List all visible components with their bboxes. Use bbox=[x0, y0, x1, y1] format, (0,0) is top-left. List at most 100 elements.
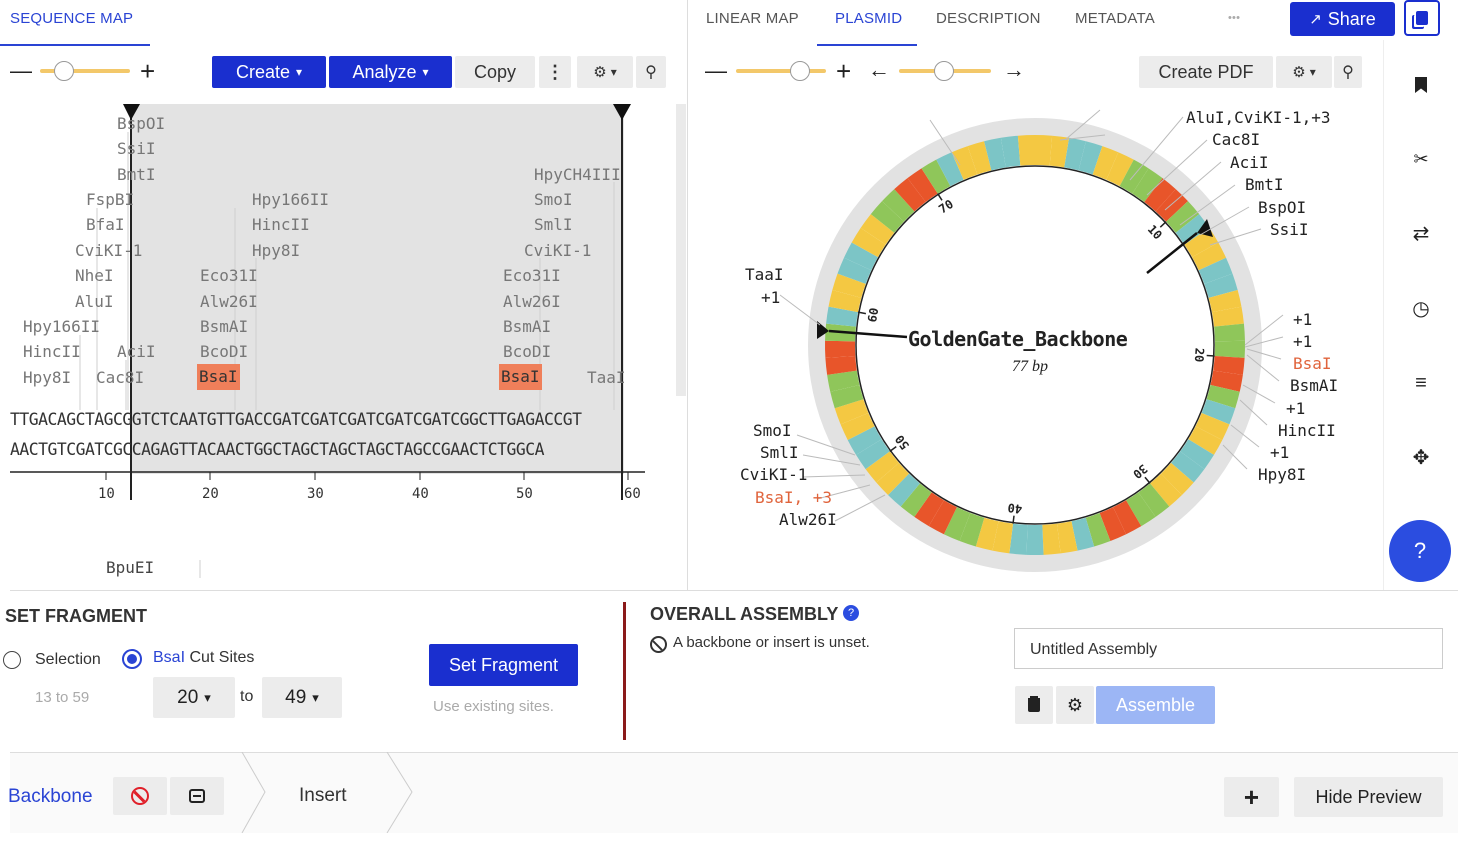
plasmid-zoom-slider[interactable] bbox=[736, 69, 826, 73]
plasmid-enzyme-label-bsai[interactable]: BsaI, +3 bbox=[755, 488, 832, 507]
enzyme-label[interactable]: BcoDI bbox=[200, 342, 248, 361]
rotate-right-button[interactable]: → bbox=[1003, 57, 1025, 83]
enzyme-label[interactable]: AluI bbox=[75, 292, 114, 311]
cut-sites-radio[interactable] bbox=[122, 649, 142, 669]
bottom-strand[interactable]: AACTGTCGATCGCCAGAGTTACAACTGGCTAGCTAGCTAG… bbox=[10, 440, 544, 459]
backbone-tab[interactable]: Backbone bbox=[8, 786, 93, 808]
bookmark-icon[interactable] bbox=[1408, 72, 1434, 98]
plasmid-enzyme-label[interactable]: +1 bbox=[761, 288, 780, 307]
plasmid-enzyme-label[interactable]: BmtI bbox=[1245, 175, 1284, 194]
rotate-left-button[interactable]: ← bbox=[868, 57, 890, 83]
enzyme-label[interactable]: BsmAI bbox=[200, 317, 248, 336]
enzyme-label[interactable]: HpyCH4III bbox=[534, 165, 621, 184]
enzyme-label[interactable]: BpuEI bbox=[106, 558, 154, 577]
enzyme-label[interactable]: CviKI-1 bbox=[524, 241, 591, 260]
enzyme-label[interactable]: SmoI bbox=[534, 190, 573, 209]
enzyme-label[interactable]: Eco31I bbox=[200, 266, 258, 285]
enzyme-label[interactable]: SmlI bbox=[534, 215, 573, 234]
add-button[interactable]: + bbox=[1224, 777, 1279, 817]
plasmid-enzyme-label[interactable]: AluI,CviKI-1,+3 bbox=[1186, 108, 1331, 127]
enzyme-label[interactable]: Hpy8I bbox=[23, 368, 71, 387]
assembly-name-input[interactable]: Untitled Assembly bbox=[1014, 628, 1443, 669]
plasmid-enzyme-label[interactable]: +1 bbox=[1293, 332, 1312, 351]
plasmid-enzyme-label[interactable]: +1 bbox=[1286, 399, 1305, 418]
insert-tab[interactable]: Insert bbox=[299, 785, 347, 807]
plasmid-name: GoldenGate_Backbone bbox=[908, 327, 1128, 351]
plasmid-zoom-in-button[interactable]: + bbox=[836, 56, 851, 87]
enzyme-label[interactable]: Eco31I bbox=[503, 266, 561, 285]
duplicate-button[interactable] bbox=[1404, 0, 1440, 36]
plasmid-search-button[interactable]: ⚲ bbox=[1334, 56, 1362, 88]
tab-linear-map[interactable]: LINEAR MAP bbox=[706, 10, 799, 27]
plasmid-zoom-out-button[interactable]: — bbox=[705, 58, 727, 84]
plasmid-enzyme-label[interactable]: BsmAI bbox=[1290, 376, 1338, 395]
set-fragment-title: SET FRAGMENT bbox=[5, 606, 147, 626]
hide-preview-button[interactable]: Hide Preview bbox=[1294, 777, 1443, 817]
plasmid-enzyme-label[interactable]: SsiI bbox=[1270, 220, 1309, 239]
plasmid-enzyme-label[interactable]: CviKI-1 bbox=[740, 465, 807, 484]
tab-metadata[interactable]: METADATA bbox=[1075, 10, 1155, 27]
plasmid-enzyme-label-bsai[interactable]: BsaI bbox=[1293, 354, 1332, 373]
tab-plasmid[interactable]: PLASMID bbox=[835, 10, 902, 27]
enzyme-label[interactable]: SsiI bbox=[117, 139, 156, 158]
enzyme-label[interactable]: FspBI bbox=[86, 190, 134, 209]
history-icon[interactable]: ◷ bbox=[1408, 295, 1434, 321]
plasmid-enzyme-label[interactable]: Cac8I bbox=[1212, 130, 1260, 149]
enzyme-label-bsai[interactable]: BsaI bbox=[197, 364, 240, 390]
enzyme-label[interactable]: CviKI-1 bbox=[75, 241, 142, 260]
swap-icon[interactable]: ⇄ bbox=[1408, 220, 1434, 246]
tab-plasmid-underline bbox=[817, 44, 917, 46]
enzyme-label[interactable]: BmtI bbox=[117, 165, 156, 184]
enzyme-label[interactable]: NheI bbox=[75, 266, 114, 285]
to-site-dropdown[interactable]: 49 ▾ bbox=[262, 677, 342, 718]
enzyme-label[interactable]: HincII bbox=[252, 215, 310, 234]
enzyme-label-bsai[interactable]: BsaI bbox=[499, 364, 542, 390]
plasmid-enzyme-label[interactable]: SmlI bbox=[760, 443, 799, 462]
plasmid-enzyme-label[interactable]: HincII bbox=[1278, 421, 1336, 440]
enzyme-label[interactable]: Hpy166II bbox=[252, 190, 329, 209]
enzyme-label[interactable]: BspOI bbox=[117, 114, 165, 133]
create-pdf-button[interactable]: Create PDF bbox=[1139, 56, 1273, 88]
plasmid-settings-dropdown[interactable]: ⚙ ▾ bbox=[1276, 56, 1332, 88]
enzyme-label[interactable]: TaaI bbox=[587, 368, 626, 387]
enzyme-label[interactable]: BcoDI bbox=[503, 342, 551, 361]
share-button[interactable]: ↗ Share bbox=[1290, 2, 1395, 36]
enzyme-label[interactable]: BsmAI bbox=[503, 317, 551, 336]
plasmid-enzyme-label[interactable]: +1 bbox=[1270, 443, 1289, 462]
assembly-settings-button[interactable]: ⚙ bbox=[1056, 686, 1094, 724]
enzyme-label[interactable]: AciI bbox=[117, 342, 156, 361]
plasmid-enzyme-label[interactable]: AciI bbox=[1230, 153, 1269, 172]
plasmid-enzyme-label[interactable]: TaaI bbox=[745, 265, 784, 284]
top-strand[interactable]: TTGACAGCTAGCGGTCTCAATGTTGACCGATCGATCGATC… bbox=[10, 410, 582, 429]
enzyme-label[interactable]: Hpy8I bbox=[252, 241, 300, 260]
plasmid-zoom-handle[interactable] bbox=[790, 61, 810, 81]
align-text-icon[interactable]: ≡ bbox=[1408, 370, 1434, 396]
enzyme-label[interactable]: Alw26I bbox=[503, 292, 561, 311]
enzyme-label[interactable]: Cac8I bbox=[96, 368, 144, 387]
enzyme-label[interactable]: Alw26I bbox=[200, 292, 258, 311]
plasmid-enzyme-label[interactable]: BspOI bbox=[1258, 198, 1306, 217]
selection-radio[interactable] bbox=[3, 651, 21, 669]
plasmid-enzyme-label[interactable]: +1 bbox=[1293, 310, 1312, 329]
delete-button[interactable] bbox=[1015, 686, 1053, 724]
rotate-slider-handle[interactable] bbox=[934, 61, 954, 81]
enzyme-label[interactable]: BfaI bbox=[86, 215, 125, 234]
enzyme-label[interactable]: Hpy166II bbox=[23, 317, 100, 336]
move-icon[interactable]: ✥ bbox=[1408, 444, 1434, 470]
enzyme-label[interactable]: HincII bbox=[23, 342, 81, 361]
assemble-button[interactable]: Assemble bbox=[1096, 686, 1215, 724]
collapse-button[interactable] bbox=[170, 777, 224, 815]
plasmid-enzyme-label[interactable]: SmoI bbox=[753, 421, 792, 440]
from-site-dropdown[interactable]: 20 ▾ bbox=[153, 677, 235, 718]
tab-description[interactable]: DESCRIPTION bbox=[936, 10, 1041, 27]
selection-label: Selection bbox=[35, 651, 101, 668]
set-fragment-button[interactable]: Set Fragment bbox=[429, 644, 578, 686]
ring-tick-label: 20 bbox=[1192, 347, 1207, 362]
clear-backbone-button[interactable] bbox=[113, 777, 167, 815]
more-tabs-icon[interactable]: ••• bbox=[1228, 12, 1240, 24]
help-circle-icon[interactable]: ? bbox=[843, 605, 859, 621]
help-button[interactable]: ? bbox=[1389, 520, 1451, 582]
plasmid-enzyme-label[interactable]: Alw26I bbox=[779, 510, 837, 529]
scissors-icon[interactable]: ✂ bbox=[1408, 146, 1434, 172]
plasmid-enzyme-label[interactable]: Hpy8I bbox=[1258, 465, 1306, 484]
